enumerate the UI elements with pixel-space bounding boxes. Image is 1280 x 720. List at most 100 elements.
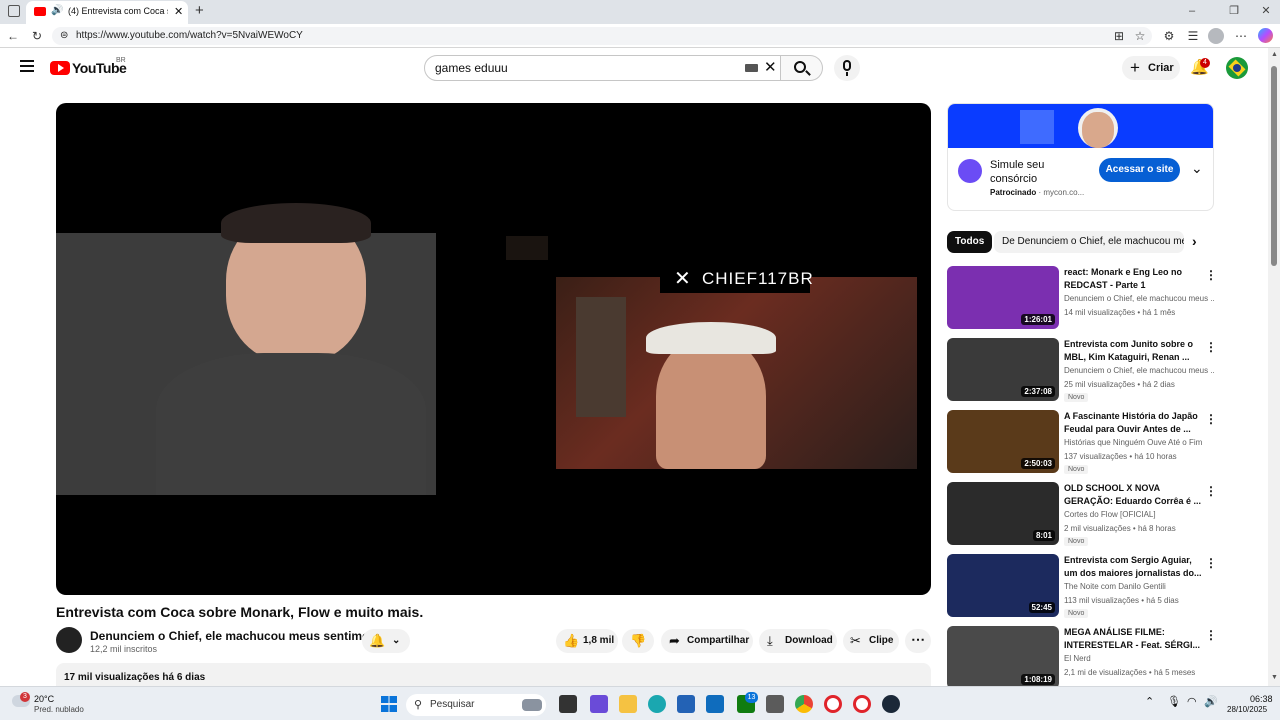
more-vertical-icon[interactable]: ⋮: [1205, 268, 1217, 282]
recommended-video[interactable]: 1:26:01 react: Monark e Eng Leo no REDCAS…: [947, 266, 1217, 330]
profile-avatar[interactable]: [1208, 28, 1224, 44]
more-vertical-icon[interactable]: ⋮: [1205, 340, 1217, 354]
site-info-icon[interactable]: ⊜: [60, 27, 68, 45]
taskbar-search-input[interactable]: ⚲ Pesquisar: [406, 694, 546, 716]
search-button[interactable]: [781, 55, 823, 81]
wifi-icon[interactable]: ◠: [1187, 695, 1197, 708]
account-avatar[interactable]: [1226, 57, 1248, 79]
ad-expand-chevron-icon[interactable]: ⌄: [1191, 160, 1203, 177]
video-thumbnail[interactable]: 2:50:03: [947, 410, 1059, 473]
video-thumbnail[interactable]: 1:08:19: [947, 626, 1059, 689]
dislike-button[interactable]: 👎: [622, 629, 654, 653]
more-vertical-icon[interactable]: ⋮: [1205, 484, 1217, 498]
start-windows-icon[interactable]: [381, 696, 397, 712]
recommended-video-channel[interactable]: El Nerd: [1064, 654, 1214, 663]
clear-search-icon[interactable]: ✕: [764, 56, 777, 80]
ad-banner-image[interactable]: [948, 104, 1213, 148]
extension-icon[interactable]: ⚙: [1162, 29, 1176, 43]
edge-browser-icon[interactable]: [648, 695, 666, 713]
thumbs-down-icon: 👎: [630, 633, 647, 648]
channel-name[interactable]: Denunciem o Chief, ele machucou meus sen…: [90, 629, 398, 643]
recommended-video-channel[interactable]: Histórias que Ninguém Ouve Até o Fim: [1064, 438, 1214, 447]
recommended-video-title[interactable]: MEGA ANÁLISE FILME: INTERESTELAR - Feat.…: [1064, 626, 1202, 652]
close-window-icon[interactable]: ✕: [1260, 5, 1272, 17]
microphone-tray-icon[interactable]: 🎙: [1167, 695, 1181, 708]
scroll-down-arrow[interactable]: ▼: [1271, 674, 1278, 681]
subscribe-bell-button[interactable]: 🔔 ⌄: [362, 629, 410, 653]
recommended-video-channel[interactable]: Denunciem o Chief, ele machucou meus ...: [1064, 294, 1214, 303]
tray-chevron-up-icon[interactable]: ⌃: [1145, 695, 1154, 708]
like-button[interactable]: 👍 1,8 mil: [556, 629, 618, 653]
close-tab-icon[interactable]: ✕: [174, 5, 183, 18]
more-vertical-icon[interactable]: ⋮: [1205, 412, 1217, 426]
scrollbar-thumb[interactable]: [1271, 66, 1277, 266]
snipping-tool-icon[interactable]: [766, 695, 784, 713]
recommended-video-channel[interactable]: Denunciem o Chief, ele machucou meus ...: [1064, 366, 1214, 375]
more-vertical-icon[interactable]: ⋮: [1205, 628, 1217, 642]
copilot-icon[interactable]: [1258, 28, 1273, 43]
share-button[interactable]: ➦ Compartilhar: [661, 629, 753, 653]
recommended-video[interactable]: 2:50:03 A Fascinante História do Japão Fe…: [947, 410, 1217, 474]
opera-icon[interactable]: [824, 695, 842, 713]
favorite-star-icon[interactable]: ☆: [1133, 29, 1147, 43]
clock-time[interactable]: 06:38: [1250, 694, 1273, 704]
new-tab-icon[interactable]: +: [195, 2, 204, 19]
recommended-video[interactable]: 2:37:08 Entrevista com Junito sobre o MBL…: [947, 338, 1217, 402]
page-scrollbar[interactable]: ▲ ▼: [1268, 48, 1280, 686]
voice-search-button[interactable]: [834, 55, 860, 81]
youtube-favicon-icon: [34, 7, 46, 16]
task-view-icon[interactable]: [559, 695, 577, 713]
chip-all[interactable]: Todos: [947, 231, 993, 253]
recommended-video-title[interactable]: OLD SCHOOL X NOVA GERAÇÃO: Eduardo Corrê…: [1064, 482, 1202, 508]
steam-icon[interactable]: [882, 695, 900, 713]
favorites-icon[interactable]: ☰: [1186, 29, 1200, 43]
clock-date[interactable]: 28/10/2025: [1227, 705, 1267, 714]
app-available-icon[interactable]: ⊞: [1112, 29, 1126, 43]
scroll-up-arrow[interactable]: ▲: [1271, 51, 1278, 58]
volume-icon[interactable]: 🔊: [1204, 695, 1218, 708]
recommended-video-channel[interactable]: The Noite com Danilo Gentili: [1064, 582, 1214, 591]
channel-avatar[interactable]: [56, 627, 82, 653]
recommended-video-title[interactable]: A Fascinante História do Japão Feudal pa…: [1064, 410, 1202, 436]
recommended-video[interactable]: 8:01 OLD SCHOOL X NOVA GERAÇÃO: Eduardo C…: [947, 482, 1217, 546]
refresh-icon[interactable]: ↻: [30, 29, 44, 43]
menu-icon[interactable]: [20, 60, 34, 72]
recommended-video-title[interactable]: Entrevista com Sergio Aguiar, um dos mai…: [1064, 554, 1202, 580]
youtube-logo[interactable]: YouTube BR: [50, 57, 130, 78]
more-vertical-icon[interactable]: ⋮: [1205, 556, 1217, 570]
visit-site-button[interactable]: Acessar o site: [1099, 158, 1180, 182]
chrome-icon[interactable]: [795, 695, 813, 713]
copilot-app-icon[interactable]: [590, 695, 608, 713]
create-button[interactable]: + Criar: [1122, 56, 1180, 80]
recommended-video[interactable]: 52:45 Entrevista com Sergio Aguiar, um do…: [947, 554, 1217, 618]
back-icon[interactable]: ←: [6, 29, 20, 43]
recommended-video-title[interactable]: react: Monark e Eng Leo no REDCAST - Par…: [1064, 266, 1202, 292]
outlook-icon[interactable]: [706, 695, 724, 713]
tab-actions-icon[interactable]: [8, 5, 20, 17]
restore-icon[interactable]: ❐: [1228, 5, 1240, 17]
more-actions-button[interactable]: ⋯: [905, 629, 931, 653]
download-button[interactable]: ⤓ Download: [759, 629, 837, 653]
recommended-video-channel[interactable]: Cortes do Flow [OFICIAL]: [1064, 510, 1214, 519]
video-thumbnail[interactable]: 8:01: [947, 482, 1059, 545]
chips-next-chevron-icon[interactable]: ›: [1192, 233, 1197, 249]
file-explorer-icon[interactable]: [619, 695, 637, 713]
speaker-icon[interactable]: 🔊: [51, 5, 63, 16]
recommended-video[interactable]: 1:08:19 MEGA ANÁLISE FILME: INTERESTELAR …: [947, 626, 1217, 690]
more-options-icon[interactable]: ⋯: [1234, 29, 1248, 43]
address-bar[interactable]: ⊜ https://www.youtube.com/watch?v=5NvaiW…: [52, 27, 1152, 45]
video-thumbnail[interactable]: 1:26:01: [947, 266, 1059, 329]
video-thumbnail[interactable]: 52:45: [947, 554, 1059, 617]
recommended-video-title[interactable]: Entrevista com Junito sobre o MBL, Kim K…: [1064, 338, 1202, 364]
clip-button[interactable]: ✂ Clipe: [843, 629, 899, 653]
store-app-icon[interactable]: [677, 695, 695, 713]
sponsored-ad-card[interactable]: Simule seu consórcio Patrocinado · mycon…: [947, 103, 1214, 211]
search-input[interactable]: games eduuu ✕: [424, 55, 781, 81]
keyboard-icon[interactable]: [745, 64, 758, 72]
video-thumbnail[interactable]: 2:37:08: [947, 338, 1059, 401]
browser-tab[interactable]: 🔊 (4) Entrevista com Coca sobr... ✕: [26, 1, 188, 24]
minimize-icon[interactable]: –: [1186, 5, 1198, 17]
opera-gx-icon[interactable]: [853, 695, 871, 713]
video-player[interactable]: ✕ CHIEF117BR: [56, 103, 931, 595]
chip-channel[interactable]: De Denunciem o Chief, ele machucou meus …: [994, 231, 1184, 253]
